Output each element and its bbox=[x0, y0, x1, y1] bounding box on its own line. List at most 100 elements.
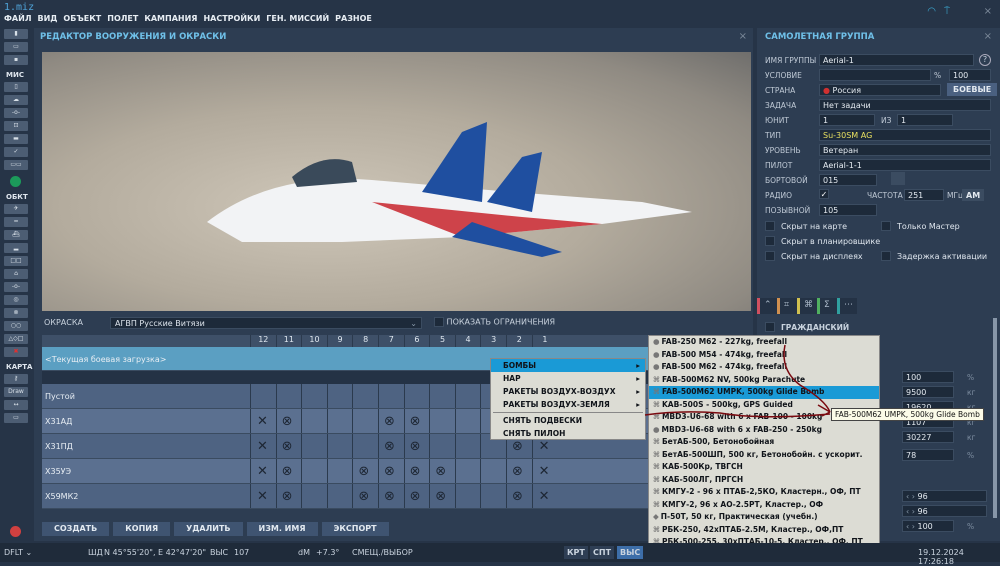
bomb-list-item[interactable]: ◆ П-50Т, 50 кг, Практическая (учебн.) bbox=[649, 511, 879, 524]
close-icon[interactable]: × bbox=[739, 31, 747, 42]
station-cell[interactable] bbox=[326, 409, 353, 433]
condition-input[interactable] bbox=[819, 69, 931, 81]
station-cell[interactable] bbox=[301, 409, 327, 433]
vehicle-button[interactable]: ▂ bbox=[4, 243, 28, 253]
menu-item[interactable]: ГЕН. МИССИЙ bbox=[266, 14, 329, 23]
satellite-view-button[interactable]: СПТ bbox=[590, 546, 615, 559]
bomb-list-item[interactable]: ⌘ КАБ-500ЛГ, ПРГСН bbox=[649, 474, 879, 487]
station-cell[interactable] bbox=[275, 384, 302, 408]
task-dropdown[interactable]: Нет задачи bbox=[819, 99, 991, 111]
menu-item[interactable]: НАСТРОЙКИ bbox=[203, 14, 260, 23]
modulation-dropdown[interactable]: AM bbox=[962, 189, 984, 201]
table-row[interactable]: Х35УЭ ✕ ⊗ ⊗ ⊗ ⊗ ⊗ ⊗ ✕ bbox=[42, 459, 751, 484]
context-menu-action[interactable]: СНЯТЬ ПИЛОН bbox=[491, 427, 645, 440]
option-checkbox[interactable] bbox=[881, 221, 891, 231]
station-cell[interactable] bbox=[326, 384, 353, 408]
callsign-input[interactable]: 105 bbox=[819, 204, 877, 216]
close-icon[interactable]: × bbox=[984, 6, 992, 17]
option-checkbox[interactable] bbox=[765, 221, 775, 231]
triggers-button[interactable]: -o- bbox=[4, 108, 28, 118]
station-cell[interactable] bbox=[429, 409, 455, 433]
stepper-field[interactable]: ‹ › 96 bbox=[902, 505, 987, 517]
open-file-button[interactable]: ▭ bbox=[4, 42, 28, 52]
station-cell[interactable] bbox=[326, 434, 353, 458]
menu-item[interactable]: ОБЪЕКТ bbox=[63, 14, 101, 23]
loadout-button[interactable]: КОПИЯ bbox=[113, 522, 171, 536]
close-icon[interactable]: × bbox=[984, 31, 992, 42]
delete-button[interactable]: ✖ bbox=[4, 347, 28, 357]
bomb-list-item[interactable]: ⌘ FAB-500M62 UMPK, 500kg Glide Bomb bbox=[649, 386, 879, 399]
payload-value-field[interactable]: 9500 bbox=[902, 386, 954, 398]
briefing-button[interactable]: ▯ bbox=[4, 82, 28, 92]
up-arrow-icon[interactable] bbox=[10, 176, 21, 187]
bomb-list-item[interactable]: ⌘ КМГУ-2 - 96 х ПТАБ-2,5КО, Кластерн., ОФ… bbox=[649, 486, 879, 499]
station-cell[interactable] bbox=[454, 384, 481, 408]
menu-item[interactable]: КАМПАНИЯ bbox=[144, 14, 197, 23]
weather-button[interactable]: ☁ bbox=[4, 95, 28, 105]
station-cell[interactable] bbox=[480, 459, 506, 483]
bomb-list-item[interactable]: ⌘ КАБ-500Кр, ТВГСН bbox=[649, 461, 879, 474]
plane-button[interactable]: ✈ bbox=[4, 204, 28, 214]
station-cell[interactable] bbox=[352, 409, 378, 433]
target-button[interactable]: ◎ bbox=[4, 295, 28, 305]
livery-dropdown[interactable]: АГВП Русские Витязи ⌄ bbox=[110, 317, 422, 329]
stepper-field[interactable]: ‹ › 100 bbox=[902, 520, 954, 532]
unit-stepper[interactable]: 1 bbox=[819, 114, 875, 126]
help-icon[interactable]: ? bbox=[979, 54, 991, 66]
goals-button[interactable]: ⊡ bbox=[4, 121, 28, 131]
bomb-list-item[interactable]: ⌘ БетАБ-500ШП, 500 кг, Бетонобойн. с уско… bbox=[649, 449, 879, 462]
bomb-list-item[interactable]: ● FAB-250 M62 - 227kg, freefall bbox=[649, 336, 879, 349]
country-dropdown[interactable]: ● Россия bbox=[819, 84, 941, 96]
options-button[interactable]: ▭▭ bbox=[4, 160, 28, 170]
payload-value-field[interactable]: 100 bbox=[902, 371, 954, 383]
station-cell[interactable] bbox=[454, 459, 481, 483]
loadout-button[interactable]: СОЗДАТЬ bbox=[42, 522, 110, 536]
station-cell[interactable] bbox=[454, 409, 481, 433]
loadout-button[interactable]: ИЗМ. ИМЯ bbox=[246, 522, 318, 536]
scrollbar[interactable] bbox=[993, 318, 997, 518]
context-menu-item[interactable]: НАР ▸ bbox=[491, 372, 645, 385]
copy-icon[interactable] bbox=[891, 172, 905, 185]
unit-count-stepper[interactable]: 1 bbox=[897, 114, 953, 126]
pilot-input[interactable]: Aerial-1-1 bbox=[819, 159, 991, 171]
station-cell[interactable] bbox=[250, 384, 276, 408]
skill-dropdown[interactable]: Ветеран bbox=[819, 144, 991, 156]
option-checkbox[interactable] bbox=[765, 251, 775, 261]
bomb-list-item[interactable]: ⌘ КМГУ-2, 96 х АО-2.5РТ, Кластер., ОФ bbox=[649, 499, 879, 512]
station-cell[interactable] bbox=[352, 434, 378, 458]
radio-checkbox[interactable]: ✓ bbox=[819, 189, 829, 199]
civil-checkbox[interactable] bbox=[765, 322, 775, 332]
stepper-field[interactable]: ‹ › 96 bbox=[902, 490, 987, 502]
station-cell[interactable] bbox=[403, 384, 430, 408]
table-row[interactable]: Х59МК2 ✕ ⊗ ⊗ ⊗ ⊗ ⊗ ⊗ ✕ bbox=[42, 484, 751, 509]
profile-dropdown[interactable]: DFLT ⌄ bbox=[4, 548, 32, 557]
context-menu-item[interactable]: РАКЕТЫ ВОЗДУХ-ЗЕМЛЯ ▸ bbox=[491, 398, 645, 411]
combat-button[interactable]: БОЕВЫЕ bbox=[947, 83, 998, 96]
helicopter-button[interactable]: ━ bbox=[4, 217, 28, 227]
group-name-input[interactable]: Aerial-1 bbox=[819, 54, 974, 66]
zone-button[interactable]: -o- bbox=[4, 282, 28, 292]
station-cell[interactable] bbox=[301, 484, 327, 508]
station-cell[interactable] bbox=[429, 384, 455, 408]
aircraft-preview[interactable] bbox=[42, 52, 751, 311]
context-menu-item[interactable]: БОМБЫ ▸ bbox=[491, 359, 645, 372]
payload-value-field[interactable]: 78 bbox=[902, 449, 954, 461]
static-button[interactable]: □□ bbox=[4, 256, 28, 266]
menu-item[interactable]: РАЗНОЕ bbox=[335, 14, 372, 23]
loadout-button[interactable]: ЭКСПОРТ bbox=[321, 522, 389, 536]
show-limits-checkbox[interactable] bbox=[434, 317, 444, 327]
new-file-button[interactable]: ▮ bbox=[4, 29, 28, 39]
bomb-list-item[interactable]: ● FAB-500 M62 - 474kg, freefall bbox=[649, 361, 879, 374]
payload-value-field[interactable]: 30227 bbox=[902, 431, 954, 443]
check-button[interactable]: ✓ bbox=[4, 147, 28, 157]
station-cell[interactable] bbox=[326, 484, 353, 508]
group-button[interactable]: ○○ bbox=[4, 321, 28, 331]
station-cell[interactable] bbox=[480, 484, 506, 508]
bomb-list-item[interactable]: ● FAB-500 M54 - 474kg, freefall bbox=[649, 349, 879, 362]
template-button[interactable]: ⌂ bbox=[4, 269, 28, 279]
type-dropdown[interactable]: Su-30SM AG bbox=[819, 129, 991, 141]
probability-stepper[interactable]: 100 bbox=[949, 69, 991, 81]
frequency-input[interactable]: 251 bbox=[904, 189, 944, 201]
altitude-view-button[interactable]: ВЫС bbox=[617, 546, 644, 559]
board-number-input[interactable]: 015 bbox=[819, 174, 877, 186]
